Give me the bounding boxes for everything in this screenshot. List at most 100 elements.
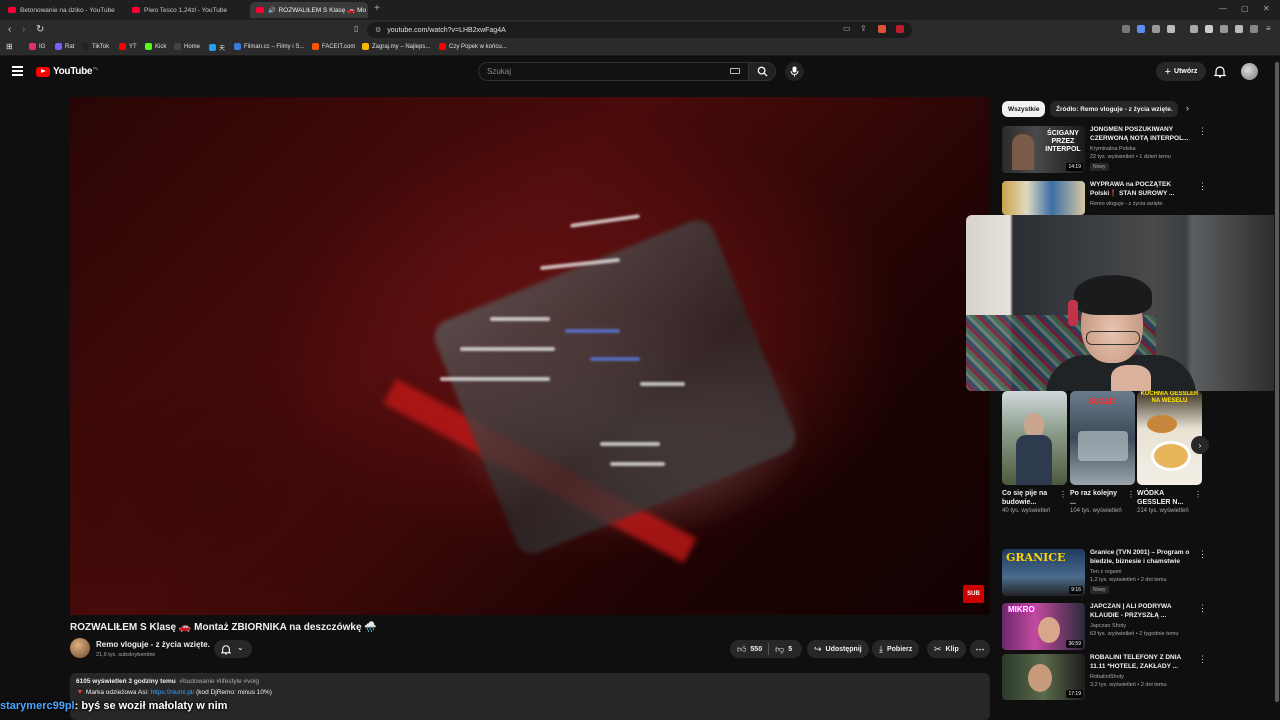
bookmark-item[interactable]: Rat bbox=[55, 43, 74, 50]
subscribed-notifications-button[interactable]: ⌄ bbox=[214, 640, 252, 658]
video-title[interactable]: JAPCZAN | ALI PODRYWA KLAUDIE - PRZYSZŁĄ… bbox=[1090, 603, 1194, 620]
video-title[interactable]: Granice (TVN 2001) – Program o biedzie, … bbox=[1090, 549, 1194, 566]
chevron-right-icon[interactable]: › bbox=[1186, 103, 1189, 113]
subscribe-watermark-button[interactable]: SUB bbox=[963, 585, 984, 603]
browser-tab-active[interactable]: 🔊 ROZWALIŁEM S Klasę 🚗 Mo × bbox=[250, 2, 368, 18]
back-icon[interactable]: ‹ bbox=[8, 24, 11, 36]
short-title[interactable]: Po raz kolejny ... bbox=[1070, 489, 1124, 507]
maximize-icon[interactable]: ▢ bbox=[1241, 4, 1249, 13]
recommendation-item[interactable]: WYPRAWA na POCZĄTEK Polski❗ STAN SUROWY … bbox=[1002, 181, 1207, 215]
more-options-icon[interactable]: ⋮ bbox=[1198, 654, 1207, 665]
short-thumbnail[interactable]: SCAM? bbox=[1070, 391, 1135, 485]
dislike-icon[interactable]: 👎︎ bbox=[775, 644, 784, 655]
browser-menu-icon[interactable]: ≡ bbox=[1266, 24, 1271, 33]
recommendation-item[interactable]: 17:19 ROBALINI TELEFONY Z DNIA 11.11 *HO… bbox=[1002, 654, 1207, 700]
share-icon[interactable]: ⇪ bbox=[860, 24, 867, 33]
wallet-icon[interactable] bbox=[1220, 25, 1228, 33]
more-options-icon[interactable]: ⋮ bbox=[1059, 490, 1067, 499]
more-options-icon[interactable]: ⋮ bbox=[1127, 490, 1135, 499]
filter-chip-all[interactable]: Wszystkie bbox=[1002, 101, 1046, 117]
channel-name[interactable]: Kryminalna Polska bbox=[1090, 146, 1136, 152]
extension-icon[interactable] bbox=[1167, 25, 1175, 33]
vpn-icon[interactable] bbox=[1250, 25, 1258, 33]
dislike-count[interactable]: 5 bbox=[788, 646, 792, 653]
close-window-icon[interactable]: ✕ bbox=[1263, 4, 1270, 13]
more-actions-icon[interactable]: ⋯ bbox=[970, 640, 990, 658]
bookmark-item[interactable]: Zagraj.my – Najleps... bbox=[362, 43, 430, 50]
extensions-menu-icon[interactable] bbox=[1190, 25, 1198, 33]
brave-rewards-icon[interactable] bbox=[896, 25, 904, 33]
video-title[interactable]: JONGMEN POSZUKIWANY CZERWONĄ NOTĄ INTERP… bbox=[1090, 126, 1194, 143]
channel-name[interactable]: Remo vloguje - z życia wzięte. bbox=[96, 640, 210, 649]
filter-chip-source[interactable]: Źródło: Remo vloguje - z życia wzięte. bbox=[1050, 101, 1178, 117]
short-title[interactable]: Co się pije na budowie... bbox=[1002, 489, 1056, 507]
more-options-icon[interactable]: ⋮ bbox=[1198, 181, 1207, 192]
search-button[interactable] bbox=[748, 62, 776, 81]
extension-icon[interactable] bbox=[1122, 25, 1130, 33]
video-title[interactable]: WYPRAWA na POCZĄTEK Polski❗ STAN SUROWY … bbox=[1090, 181, 1194, 198]
short-thumbnail[interactable]: KUCHNIA GESSLER NA WESELU bbox=[1137, 391, 1202, 485]
page-scrollbar[interactable] bbox=[1274, 60, 1280, 702]
channel-name[interactable]: Remo vloguje - z życia wzięte. bbox=[1090, 201, 1164, 207]
video-title[interactable]: ROBALINI TELEFONY Z DNIA 11.11 *HOTELE, … bbox=[1090, 654, 1194, 671]
share-button[interactable]: ↪ Udostępnij bbox=[807, 640, 869, 658]
forward-icon[interactable]: › bbox=[22, 24, 25, 36]
voice-search-button[interactable] bbox=[785, 62, 804, 81]
channel-name[interactable]: RobaliniShoty bbox=[1090, 674, 1124, 680]
channel-name[interactable]: Japczan Shoty bbox=[1090, 623, 1126, 629]
recommendation-item[interactable]: MIKRO 36:59 JAPCZAN | ALI PODRYWA KLAUDI… bbox=[1002, 603, 1207, 653]
browser-tab[interactable]: Betonowanie na dziko - YouTube bbox=[2, 2, 124, 18]
channel-avatar[interactable] bbox=[70, 638, 90, 658]
more-options-icon[interactable]: ⋮ bbox=[1198, 126, 1207, 137]
bookmark-item[interactable]: TikTok bbox=[82, 43, 109, 50]
close-tab-icon[interactable]: × bbox=[366, 6, 368, 15]
video-player[interactable]: SUB bbox=[70, 97, 990, 615]
video-thumbnail[interactable]: GRANICE 9:16 bbox=[1002, 549, 1085, 596]
notifications-bell-icon[interactable] bbox=[1214, 65, 1226, 78]
video-thumbnail[interactable]: MIKRO 36:59 bbox=[1002, 603, 1085, 650]
account-avatar[interactable] bbox=[1241, 63, 1258, 80]
browser-tab[interactable]: Piwo Tesco 1,24zł - YouTube bbox=[126, 2, 248, 18]
short-thumbnail[interactable] bbox=[1002, 391, 1067, 485]
bookmark-item[interactable]: Home bbox=[174, 43, 200, 50]
shorts-next-arrow-icon[interactable]: › bbox=[1191, 436, 1209, 454]
youtube-logo[interactable]: YouTube PL bbox=[36, 66, 99, 77]
short-title[interactable]: WÓDKA GESSLER N... bbox=[1137, 489, 1191, 507]
apps-grid-icon[interactable]: ⊞ bbox=[6, 42, 13, 51]
new-tab-button[interactable]: + bbox=[374, 3, 380, 14]
channel-name[interactable]: Ten z rogami bbox=[1090, 569, 1122, 575]
more-options-icon[interactable]: ⋮ bbox=[1194, 490, 1202, 499]
video-thumbnail[interactable]: 17:19 bbox=[1002, 654, 1085, 700]
short-item[interactable]: SCAM? Po raz kolejny ... 104 tys. wyświe… bbox=[1070, 391, 1135, 516]
download-button[interactable]: ⤓ Pobierz bbox=[872, 640, 920, 658]
more-options-icon[interactable]: ⋮ bbox=[1198, 603, 1207, 614]
short-item[interactable]: KUCHNIA GESSLER NA WESELU WÓDKA GESSLER … bbox=[1137, 391, 1202, 516]
more-options-icon[interactable]: ⋮ bbox=[1198, 549, 1207, 560]
bookmark-item[interactable]: IG bbox=[29, 43, 45, 50]
video-thumbnail[interactable]: ŚCIGANY PRZEZ INTERPOL 14:19 bbox=[1002, 126, 1085, 173]
sidebar-icon[interactable] bbox=[1205, 25, 1213, 33]
clip-button[interactable]: ✂ Klip bbox=[927, 640, 966, 658]
reload-icon[interactable]: ↻ bbox=[36, 24, 44, 36]
recommendation-item[interactable]: ŚCIGANY PRZEZ INTERPOL 14:19 JONGMEN POS… bbox=[1002, 126, 1207, 176]
keyboard-icon[interactable] bbox=[730, 68, 740, 74]
bookmark-item[interactable]: Filman.cc – Filmy i S... bbox=[234, 43, 304, 50]
search-input[interactable]: Szukaj bbox=[478, 62, 748, 81]
bookmark-item[interactable]: Kick bbox=[145, 43, 166, 50]
video-thumbnail[interactable] bbox=[1002, 181, 1085, 215]
hashtags[interactable]: #budowanie #lifestyle #volg bbox=[180, 678, 260, 685]
site-info-icon[interactable]: ⚙ bbox=[375, 26, 381, 34]
bookmark-item[interactable]: FACEIT.com bbox=[312, 43, 355, 50]
address-bar[interactable]: ⚙ youtube.com/watch?v=LHB2xwFag4A bbox=[367, 22, 912, 38]
menu-icon[interactable] bbox=[12, 66, 23, 76]
description-link[interactable]: https://niumi.pl/ bbox=[151, 689, 195, 696]
extension-icon[interactable] bbox=[1152, 25, 1160, 33]
bookmark-item[interactable]: 天 bbox=[209, 43, 225, 52]
extension-icon[interactable] bbox=[1137, 25, 1145, 33]
bookmark-item[interactable]: Czy Popek w końcu... bbox=[439, 43, 507, 50]
scrollbar-thumb[interactable] bbox=[1275, 62, 1279, 702]
leo-icon[interactable] bbox=[1235, 25, 1243, 33]
cast-icon[interactable]: ▭ bbox=[843, 24, 851, 33]
bookmark-item[interactable]: YT bbox=[119, 43, 137, 50]
short-item[interactable]: Co się pije na budowie... 40 tys. wyświe… bbox=[1002, 391, 1067, 516]
